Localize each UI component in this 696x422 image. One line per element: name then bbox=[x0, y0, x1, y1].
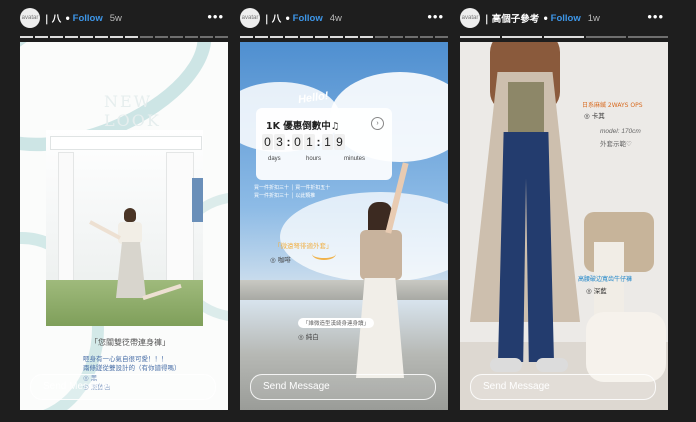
avatar[interactable]: avatar bbox=[460, 8, 480, 28]
post-time: 4w bbox=[329, 12, 342, 24]
more-options-icon[interactable]: ••• bbox=[647, 6, 664, 28]
countdown-reminder-icon[interactable]: › bbox=[371, 117, 384, 130]
countdown-title: 1K 優惠倒數中♫ bbox=[266, 121, 340, 132]
railing bbox=[240, 280, 448, 300]
story-progress-bar bbox=[20, 36, 228, 38]
story-progress-bar bbox=[240, 36, 448, 38]
story-card-3[interactable]: avatar | 高個子參考 • Follow 1w ••• 日系麻縅 2WAY… bbox=[460, 0, 668, 416]
story-card-1[interactable]: avatar | 八 • Follow 5w ••• NEW LOOK 「您關雙… bbox=[20, 0, 228, 416]
avatar[interactable]: avatar bbox=[240, 8, 260, 28]
story-image: NEW LOOK 「您關雙徔帶連身褲」 咂身有一心氣自很可愛！！！ 兩條蹉從雙設計… bbox=[20, 42, 228, 410]
figure-top bbox=[508, 82, 544, 134]
username[interactable]: | 八 • bbox=[45, 11, 71, 25]
label-hours: hours bbox=[306, 156, 322, 162]
figure-top bbox=[360, 230, 402, 280]
send-message-input[interactable]: Send Message bbox=[30, 374, 216, 400]
follow-button[interactable]: Follow bbox=[293, 13, 323, 24]
follow-button[interactable]: Follow bbox=[73, 13, 103, 24]
follow-button[interactable]: Follow bbox=[551, 13, 581, 24]
product-tag-name: 日系麻縅 2WAYS OPS bbox=[582, 102, 643, 109]
squiggle-decoration bbox=[312, 248, 336, 260]
story-card-2[interactable]: avatar | 八 • Follow 4w ••• Hello! 1K 優惠倒… bbox=[240, 0, 448, 416]
product-tag-color: ◎ 咖啡 bbox=[270, 256, 291, 264]
product-photo bbox=[46, 130, 203, 326]
faded-background-title: NEW LOOK bbox=[104, 92, 161, 130]
more-options-icon[interactable]: ••• bbox=[207, 6, 224, 28]
avatar[interactable]: avatar bbox=[20, 8, 40, 28]
caption-line: 兩條蹉從雙設計的（有你譜得嗎） bbox=[83, 364, 181, 372]
story-image: 日系麻縅 2WAYS OPS ◎ 卡其 model: 170cm 外套示範♡ 高… bbox=[460, 42, 668, 410]
promo-text: 買一件折扣三十 │ 買一件折扣五十 bbox=[254, 185, 331, 191]
product-tag-name: 「維微造型漢綺身連身讀」 bbox=[298, 318, 375, 328]
countdown-digit: 9 bbox=[334, 134, 345, 150]
model-note: 外套示範♡ bbox=[600, 140, 632, 148]
send-message-input[interactable]: Send Message bbox=[470, 374, 656, 400]
username[interactable]: | 高個子參考 • bbox=[485, 11, 549, 25]
model-height: model: 170cm bbox=[600, 128, 641, 135]
product-tag-color: ◎ 深藍 bbox=[586, 287, 607, 295]
story-header: avatar | 八 • Follow 5w ••• bbox=[20, 6, 228, 30]
figure-shoe bbox=[490, 358, 522, 372]
more-options-icon[interactable]: ••• bbox=[427, 6, 444, 28]
product-tag-name: 高腰破边寬齿牛仔褲 bbox=[578, 276, 633, 283]
story-progress-bar bbox=[460, 36, 668, 38]
caption-title: 「您關雙徔帶連身褲」 bbox=[90, 338, 170, 347]
post-time: 5w bbox=[109, 12, 122, 24]
countdown-digit: 0 bbox=[292, 134, 303, 150]
countdown-digit: 1 bbox=[304, 134, 315, 150]
username[interactable]: | 八 • bbox=[265, 11, 291, 25]
label-days: days bbox=[268, 156, 281, 162]
countdown-digits: 0 3 : 0 1 : 1 9 bbox=[262, 134, 345, 150]
countdown-digit: 0 bbox=[262, 134, 273, 150]
product-tag-color: ◎ 純白 bbox=[298, 333, 319, 341]
countdown-digit: 3 bbox=[274, 134, 285, 150]
figure-shoe bbox=[536, 358, 568, 372]
story-header: avatar | 八 • Follow 4w ••• bbox=[240, 6, 448, 30]
product-tag-color: ◎ 卡其 bbox=[584, 112, 605, 120]
countdown-sticker[interactable]: 1K 優惠倒數中♫ › 0 3 : 0 1 : 1 9 days hours m… bbox=[256, 108, 392, 180]
label-minutes: minutes bbox=[344, 156, 366, 162]
send-message-input[interactable]: Send Message bbox=[250, 374, 436, 400]
cat-tower-base bbox=[586, 312, 666, 382]
story-header: avatar | 高個子參考 • Follow 1w ••• bbox=[460, 6, 668, 30]
countdown-digit: 1 bbox=[322, 134, 333, 150]
post-time: 1w bbox=[587, 12, 600, 24]
story-image: Hello! 1K 優惠倒數中♫ › 0 3 : 0 1 : 1 9 days … bbox=[240, 42, 448, 410]
promo-text: 買一件折扣三十 │ 以此類推 bbox=[254, 193, 316, 199]
